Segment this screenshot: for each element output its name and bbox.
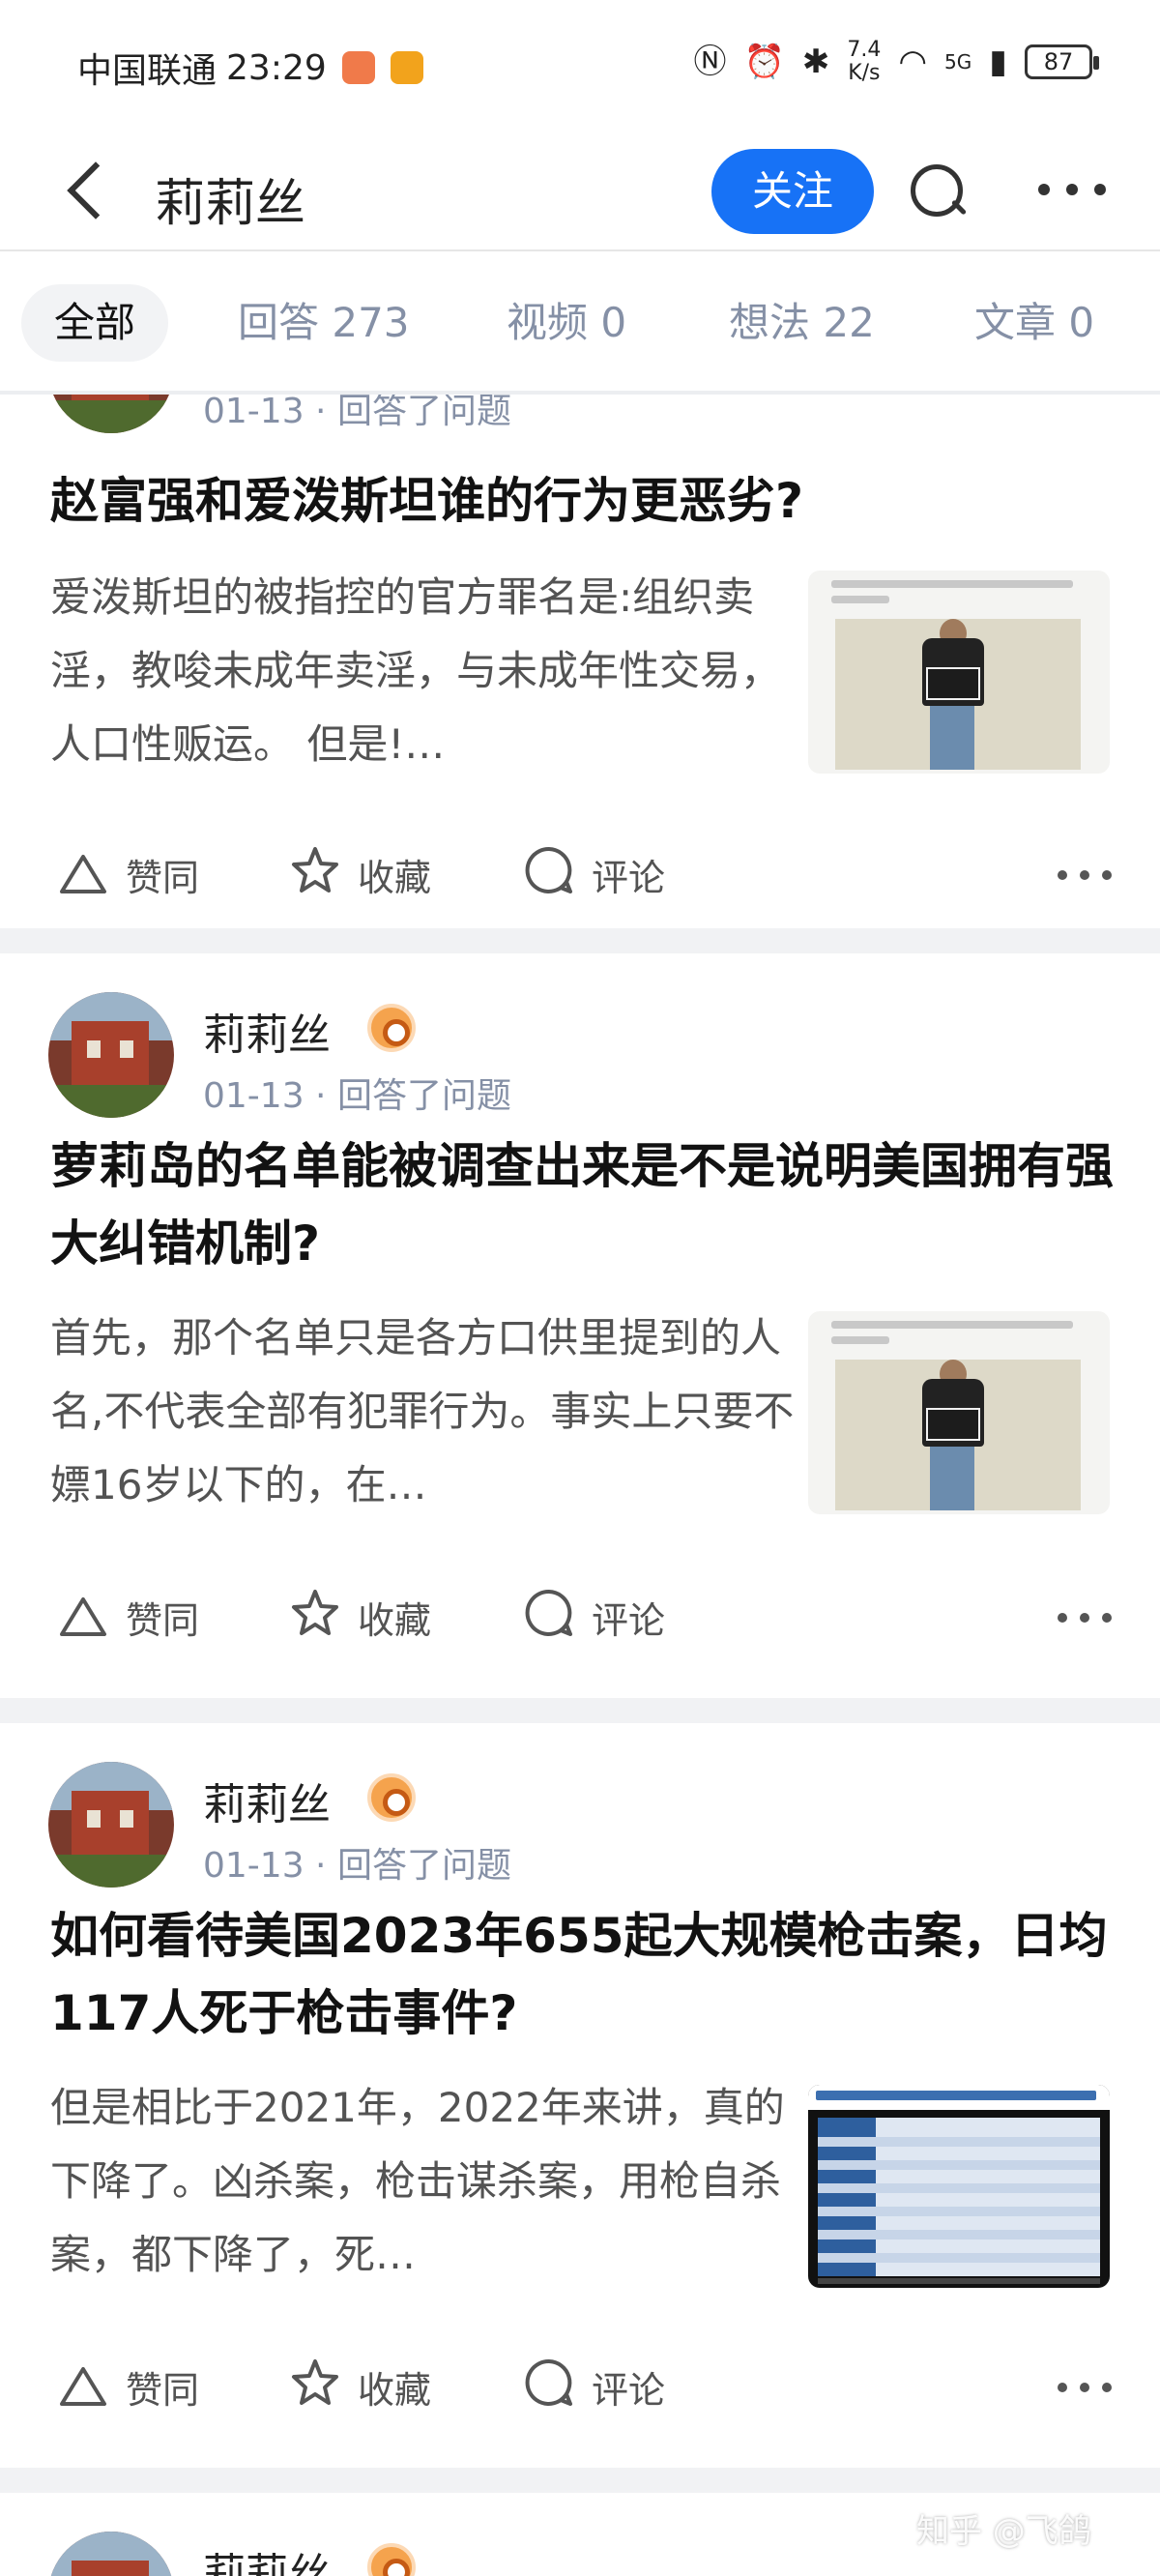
- status-bar: 中国联通 23:29 Ⓝ ⏰ ✱ 7.4 K/s ◠ 5G ▮ 87: [0, 0, 1160, 126]
- comment-label: 评论: [592, 1598, 666, 1642]
- tab-articles[interactable]: 文章 0: [974, 284, 1094, 362]
- comment-button[interactable]: 评论: [522, 2348, 665, 2425]
- star-icon: [288, 1586, 342, 1649]
- tab-videos[interactable]: 视频 0: [507, 284, 626, 362]
- avatar[interactable]: [48, 992, 174, 1118]
- nfc-icon: Ⓝ: [693, 43, 727, 81]
- tab-answers[interactable]: 回答 273: [238, 284, 410, 362]
- collect-label: 收藏: [358, 2368, 432, 2412]
- answer-meta: 01-13 · 回答了问题: [203, 1076, 511, 1116]
- feed-card[interactable]: 莉莉丝 01-13 · 回答了问题 萝莉岛的名单能被调查出来是不是说明美国拥有强…: [0, 953, 1160, 1698]
- watermark: 知乎 @飞鸽: [916, 2512, 1091, 2551]
- clock: 23:29: [226, 47, 327, 88]
- status-left: 中国联通 23:29: [77, 43, 423, 93]
- upvote-icon: [56, 1590, 110, 1644]
- verified-badge-icon: [367, 2543, 416, 2576]
- answer-meta: 01-13 · 回答了问题: [203, 1846, 511, 1886]
- answer-excerpt[interactable]: 但是相比于2021年，2022年来讲，真的下降了。凶杀案，枪击谋杀案，用枪自杀案…: [50, 2071, 795, 2292]
- carrier-label: 中国联通: [77, 51, 218, 91]
- star-icon: [288, 2356, 342, 2418]
- comment-icon: [522, 2356, 576, 2418]
- author-name[interactable]: 莉莉丝: [203, 1770, 331, 1831]
- like-label: 赞同: [126, 2368, 200, 2412]
- signal-icon: ▮: [989, 43, 1007, 81]
- net-speed: 7.4 K/s: [847, 39, 881, 85]
- search-icon[interactable]: [907, 161, 969, 222]
- notification-app-icon-2: [390, 51, 423, 84]
- answer-thumbnail[interactable]: [808, 2085, 1110, 2288]
- battery-icon: 87: [1025, 44, 1099, 79]
- notification-app-icon: [341, 51, 375, 84]
- feed-card[interactable]: 莉莉丝 01-13 · 回答了问题 如何看待美国2023年655起大规模枪击案，…: [0, 1723, 1160, 2468]
- answer-meta: 01-13 · 回答了问题: [203, 395, 511, 431]
- net-speed-value: 7.4: [847, 38, 882, 62]
- like-label: 赞同: [126, 856, 200, 899]
- verified-badge-icon: [367, 1004, 416, 1052]
- card-separator: [0, 2468, 1160, 2493]
- avatar[interactable]: [48, 395, 174, 433]
- bluetooth-icon: ✱: [801, 43, 830, 81]
- answer-thumbnail[interactable]: [808, 571, 1110, 774]
- author-row: 莉莉丝 01-13 · 回答了问题: [48, 1762, 1112, 1888]
- net-speed-unit: K/s: [848, 61, 881, 85]
- avatar[interactable]: [48, 1762, 174, 1888]
- back-icon[interactable]: [60, 145, 118, 232]
- like-button[interactable]: 赞同: [56, 835, 199, 913]
- question-title[interactable]: 萝莉岛的名单能被调查出来是不是说明美国拥有强大纠错机制?: [50, 1127, 1114, 1282]
- answer-excerpt[interactable]: 首先，那个名单只是各方口供里提到的人名,不代表全部有犯罪行为。事实上只要不嫖16…: [50, 1302, 795, 1522]
- comment-icon: [522, 843, 576, 906]
- collect-button[interactable]: 收藏: [288, 2348, 431, 2425]
- page-title: 莉莉丝: [155, 175, 306, 233]
- more-icon[interactable]: [1058, 870, 1112, 880]
- upvote-icon: [56, 847, 110, 901]
- comment-label: 评论: [592, 856, 666, 899]
- more-icon[interactable]: [1058, 2383, 1112, 2392]
- question-title[interactable]: 赵富强和爱泼斯坦谁的行为更恶劣?: [50, 462, 1114, 540]
- answer-excerpt[interactable]: 爱泼斯坦的被指控的官方罪名是:组织卖淫，教唆未成年卖淫，与未成年性交易，人口性贩…: [50, 561, 795, 781]
- alarm-icon: ⏰: [743, 43, 785, 81]
- collect-button[interactable]: 收藏: [288, 1578, 431, 1655]
- comment-label: 评论: [592, 2368, 666, 2412]
- feed-card[interactable]: 01-13 · 回答了问题 赵富强和爱泼斯坦谁的行为更恶劣? 爱泼斯坦的被指控的…: [0, 395, 1160, 936]
- more-icon[interactable]: [1058, 1613, 1112, 1623]
- profile-header: 莉莉丝 关注: [0, 126, 1160, 251]
- card-separator: [0, 928, 1160, 953]
- comment-button[interactable]: 评论: [522, 1578, 665, 1655]
- action-bar: 赞同 收藏 评论: [48, 1578, 1112, 1655]
- comment-button[interactable]: 评论: [522, 835, 665, 913]
- action-bar: 赞同 收藏 评论: [48, 835, 1112, 913]
- like-button[interactable]: 赞同: [56, 2348, 199, 2425]
- wifi-icon: ◠: [898, 43, 928, 81]
- author-row: 莉莉丝 01-13 · 回答了问题: [48, 992, 1112, 1118]
- avatar[interactable]: [48, 2532, 174, 2576]
- card-separator: [0, 1698, 1160, 1723]
- tab-bar: 全部 回答 273 视频 0 想法 22 文章 0: [0, 251, 1160, 395]
- author-name[interactable]: 莉莉丝: [203, 1000, 331, 1062]
- like-button[interactable]: 赞同: [56, 1578, 199, 1655]
- action-bar: 赞同 收藏 评论: [48, 2348, 1112, 2425]
- tab-all[interactable]: 全部: [21, 284, 169, 362]
- author-name[interactable]: 莉莉丝: [203, 2539, 331, 2576]
- question-title[interactable]: 如何看待美国2023年655起大规模枪击案，日均117人死于枪击事件?: [50, 1897, 1114, 2052]
- follow-button[interactable]: 关注: [711, 149, 874, 234]
- collect-label: 收藏: [358, 1598, 432, 1642]
- like-label: 赞同: [126, 1598, 200, 1642]
- status-right: Ⓝ ⏰ ✱ 7.4 K/s ◠ 5G ▮ 87: [693, 39, 1099, 85]
- collect-label: 收藏: [358, 856, 432, 899]
- comment-icon: [522, 1586, 576, 1649]
- signal-label: 5G: [944, 50, 972, 73]
- feed: 01-13 · 回答了问题 赵富强和爱泼斯坦谁的行为更恶劣? 爱泼斯坦的被指控的…: [0, 395, 1160, 2576]
- collect-button[interactable]: 收藏: [288, 835, 431, 913]
- author-row: 01-13 · 回答了问题: [48, 395, 1112, 433]
- star-icon: [288, 843, 342, 906]
- upvote-icon: [56, 2359, 110, 2414]
- verified-badge-icon: [367, 1773, 416, 1822]
- answer-thumbnail[interactable]: [808, 1311, 1110, 1514]
- more-icon[interactable]: [1038, 184, 1106, 197]
- tab-thoughts[interactable]: 想法 22: [729, 284, 875, 362]
